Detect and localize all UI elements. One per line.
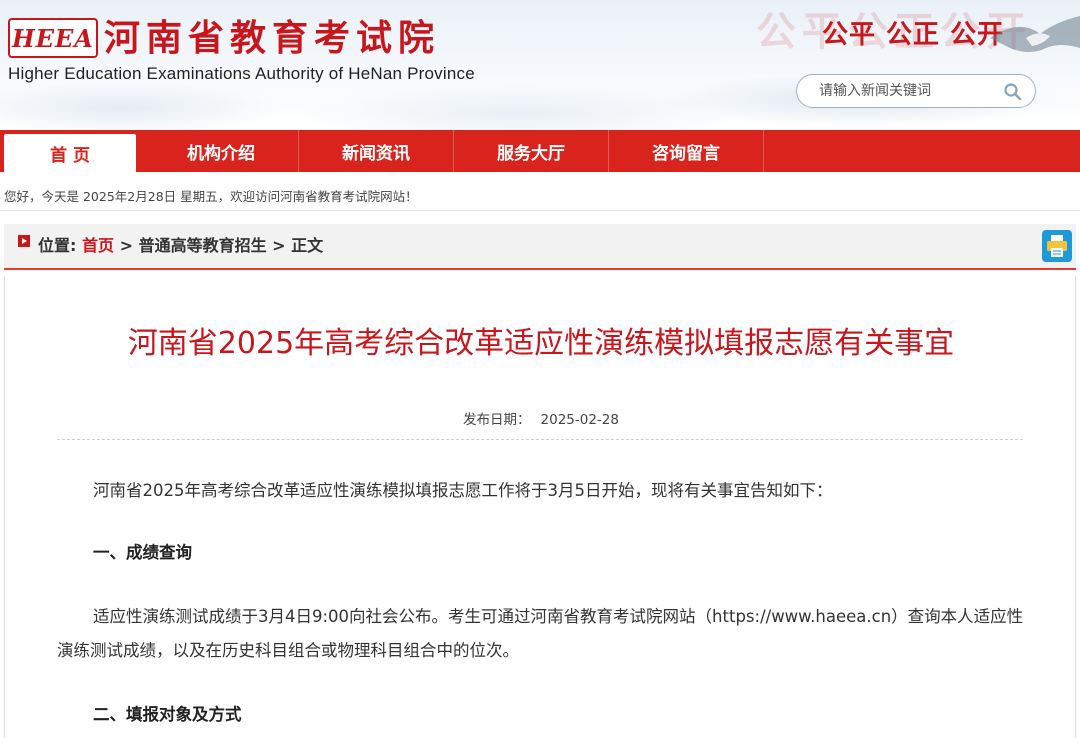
search-icon[interactable] — [1003, 82, 1023, 102]
welcome-message: 您好，今天是 2025年2月28日 星期五，欢迎访问河南省教育考试院网站！ — [4, 189, 418, 204]
nav-item-about[interactable]: 机构介绍 — [144, 130, 299, 172]
site-subtitle: Higher Education Examinations Authority … — [8, 64, 475, 83]
nav-item-news[interactable]: 新闻资讯 — [299, 130, 454, 172]
article-container: 河南省2025年高考综合改革适应性演练模拟填报志愿有关事宜 发布日期： 2025-… — [4, 276, 1076, 738]
main-nav: 首 页 机构介绍 新闻资讯 服务大厅 咨询留言 — [0, 130, 1080, 172]
publish-date-label: 发布日期： — [463, 412, 531, 428]
divider — [57, 439, 1023, 440]
nav-item-home[interactable]: 首 页 — [4, 134, 136, 172]
breadcrumb-prefix: 位置: — [38, 236, 77, 255]
article-title: 河南省2025年高考综合改革适应性演练模拟填报志愿有关事宜 — [127, 326, 955, 361]
site-header: HEEA 河南省教育考试院 Higher Education Examinati… — [0, 0, 1080, 130]
breadcrumb-category[interactable]: 普通高等教育招生 — [139, 236, 267, 255]
publish-date: 发布日期： 2025-02-28 — [5, 408, 1077, 428]
nav-item-consult[interactable]: 咨询留言 — [609, 130, 764, 172]
search-input[interactable] — [819, 83, 989, 99]
section-heading: 二、填报对象及方式 — [93, 705, 242, 724]
breadcrumb-current: 正文 — [291, 236, 324, 255]
nav-item-services[interactable]: 服务大厅 — [454, 130, 609, 172]
publish-date-value: 2025-02-28 — [540, 412, 619, 428]
site-title[interactable]: 河南省教育考试院 — [104, 14, 440, 64]
breadcrumb: 位置: 首页 > 普通高等教育招生 > 正文 — [38, 235, 323, 257]
heea-logo[interactable]: HEEA — [8, 18, 98, 58]
breadcrumb-home[interactable]: 首页 — [82, 236, 114, 255]
breadcrumb-bar: 位置: 首页 > 普通高等教育招生 > 正文 — [4, 224, 1076, 270]
breadcrumb-separator: > — [272, 236, 286, 255]
breadcrumb-separator: > — [119, 236, 133, 255]
section-heading: 一、成绩查询 — [93, 543, 192, 562]
divider — [0, 210, 1080, 211]
search-box — [796, 74, 1036, 108]
location-marker-icon — [18, 235, 30, 247]
print-icon[interactable] — [1042, 230, 1072, 262]
article-paragraph: 适应性演练测试成绩于3月4日9:00向社会公布。考生可通过河南省教育考试院网站（… — [57, 607, 1024, 660]
slogan: 公平 公正 公开 — [822, 20, 1005, 50]
article-intro: 河南省2025年高考综合改革适应性演练模拟填报志愿工作将于3月5日开始，现将有关… — [93, 481, 833, 500]
bird-graphic — [990, 16, 1080, 52]
